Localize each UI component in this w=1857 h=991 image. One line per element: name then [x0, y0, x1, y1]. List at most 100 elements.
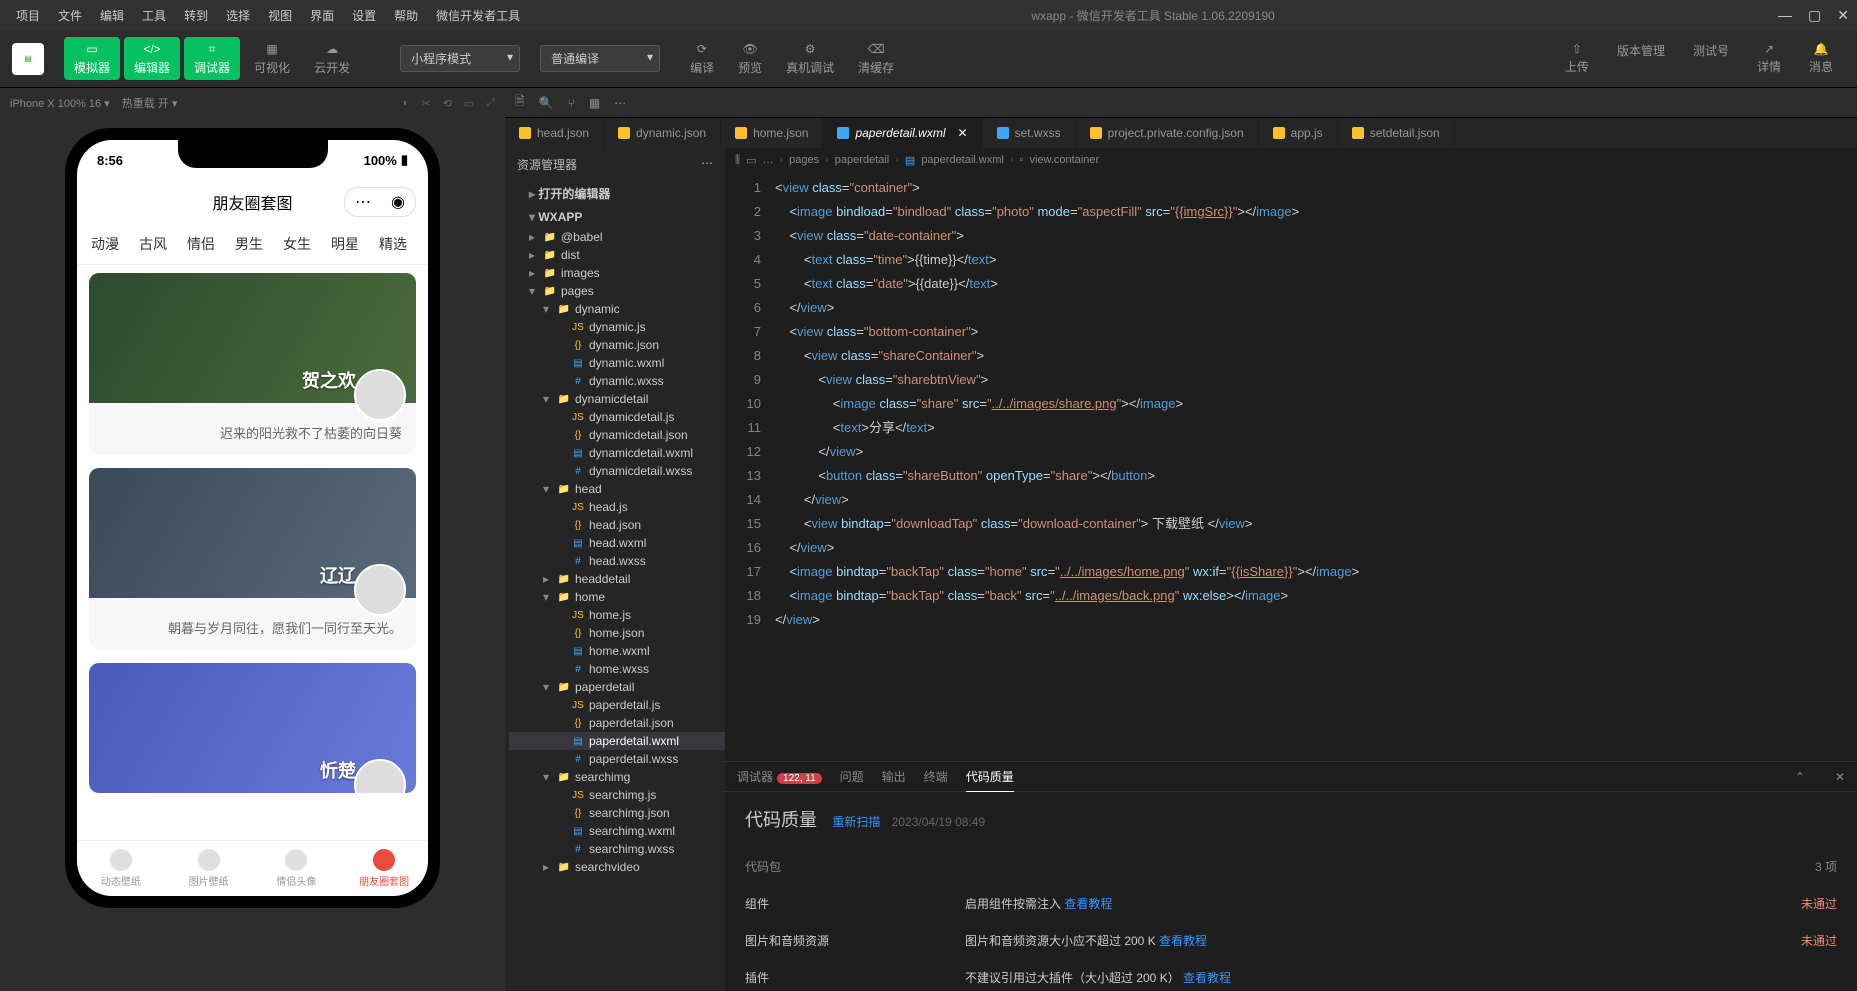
version-button[interactable]: 版本管理: [1605, 38, 1677, 79]
nav-item[interactable]: 情侣头像: [253, 841, 341, 896]
tab-terminal[interactable]: 终端: [924, 768, 948, 785]
tree-node[interactable]: ▸📁dist: [509, 246, 725, 264]
mode-select[interactable]: 小程序模式: [400, 45, 520, 72]
tree-node[interactable]: ▾📁pages: [509, 282, 725, 300]
tree-node[interactable]: ▤dynamic.wxml: [509, 354, 725, 372]
feed[interactable]: 贺之欢迟来的阳光救不了枯萎的向日葵辽辽朝暮与岁月同往，愿我们一同行至天光。忻楚: [77, 265, 428, 840]
tree-node[interactable]: #paperdetail.wxss: [509, 750, 725, 768]
message-button[interactable]: 🔔消息: [1797, 38, 1845, 79]
tree-node[interactable]: ▾📁dynamic: [509, 300, 725, 318]
tree-node[interactable]: {}dynamicdetail.json: [509, 426, 725, 444]
category-tab[interactable]: 情侣: [187, 224, 215, 264]
open-editors-section[interactable]: 打开的编辑器: [505, 181, 725, 206]
editor-tab[interactable]: home.json: [721, 118, 823, 148]
sim-icon[interactable]: ⟲: [443, 97, 452, 110]
menu-icon[interactable]: ⋯: [345, 188, 381, 216]
menu-item[interactable]: 项目: [8, 3, 48, 28]
tree-node[interactable]: ▸📁@babel: [509, 228, 725, 246]
clearcache-button[interactable]: ⌫清缓存: [848, 37, 904, 80]
tree-node[interactable]: ▸📁searchvideo: [509, 858, 725, 876]
hotreload-select[interactable]: 热重载 开 ▾: [122, 95, 178, 111]
compile-select[interactable]: 普通编译: [540, 45, 660, 72]
sim-icon[interactable]: ◐: [403, 97, 410, 109]
close-icon[interactable]: ✕: [1835, 770, 1845, 784]
tree-node[interactable]: #dynamicdetail.wxss: [509, 462, 725, 480]
tree-node[interactable]: JSpaperdetail.js: [509, 696, 725, 714]
category-tab[interactable]: 女生: [283, 224, 311, 264]
tree-node[interactable]: ▾📁dynamicdetail: [509, 390, 725, 408]
menu-item[interactable]: 转到: [176, 3, 216, 28]
tree-node[interactable]: ▾📁head: [509, 480, 725, 498]
sim-icon[interactable]: ✂: [421, 97, 430, 110]
tab-output[interactable]: 输出: [882, 768, 906, 785]
tree-node[interactable]: #head.wxss: [509, 552, 725, 570]
debugger-button[interactable]: ⌗调试器: [184, 37, 240, 80]
feed-card[interactable]: 辽辽朝暮与岁月同往，愿我们一同行至天光。: [89, 468, 416, 649]
tree-node[interactable]: {}paperdetail.json: [509, 714, 725, 732]
tree-node[interactable]: #searchimg.wxss: [509, 840, 725, 858]
cloud-button[interactable]: ☁云开发: [304, 37, 360, 80]
tree-node[interactable]: ▤paperdetail.wxml: [509, 732, 725, 750]
editor-tab[interactable]: setdetail.json: [1338, 118, 1455, 148]
nav-item[interactable]: 朋友圈套图: [340, 841, 428, 896]
nav-item[interactable]: 动态壁纸: [77, 841, 165, 896]
tree-node[interactable]: JSsearchimg.js: [509, 786, 725, 804]
editor-tab[interactable]: head.json: [505, 118, 604, 148]
tree-node[interactable]: JSdynamic.js: [509, 318, 725, 336]
ext-icon[interactable]: ▦: [589, 96, 600, 110]
simulator-button[interactable]: ▭模拟器: [64, 37, 120, 80]
tree-node[interactable]: {}head.json: [509, 516, 725, 534]
tree-node[interactable]: #home.wxss: [509, 660, 725, 678]
tree-node[interactable]: ▤dynamicdetail.wxml: [509, 444, 725, 462]
tree-node[interactable]: #dynamic.wxss: [509, 372, 725, 390]
search-icon[interactable]: 🔍: [539, 96, 554, 110]
nav-item[interactable]: 图片壁纸: [165, 841, 253, 896]
tab-quality[interactable]: 代码质量: [966, 768, 1014, 792]
tree-node[interactable]: {}dynamic.json: [509, 336, 725, 354]
feed-card[interactable]: 贺之欢迟来的阳光救不了枯萎的向日葵: [89, 273, 416, 454]
more-icon[interactable]: ⋯: [701, 156, 713, 173]
upload-button[interactable]: ⇧上传: [1553, 38, 1601, 79]
tree-node[interactable]: JSdynamicdetail.js: [509, 408, 725, 426]
col-icon[interactable]: ⫼: [735, 154, 740, 167]
tree-node[interactable]: {}home.json: [509, 624, 725, 642]
category-tab[interactable]: 明星: [331, 224, 359, 264]
tree-node[interactable]: ▾📁paperdetail: [509, 678, 725, 696]
tab-problems[interactable]: 问题: [840, 768, 864, 785]
menu-item[interactable]: 编辑: [92, 3, 132, 28]
preview-button[interactable]: 👁预览: [728, 37, 772, 80]
sim-icon[interactable]: ▭: [464, 97, 474, 110]
detail-button[interactable]: ↗详情: [1745, 38, 1793, 79]
tree-node[interactable]: JShead.js: [509, 498, 725, 516]
code-editor[interactable]: 12345678910111213141516171819 <view clas…: [725, 172, 1857, 761]
menu-item[interactable]: 微信开发者工具: [428, 3, 528, 28]
editor-tab[interactable]: set.wxss: [983, 118, 1076, 148]
menu-item[interactable]: 视图: [260, 3, 300, 28]
git-icon[interactable]: ⑂: [568, 96, 575, 110]
category-tab[interactable]: 精选: [379, 224, 407, 264]
project-section[interactable]: WXAPP: [505, 206, 725, 228]
editor-tab[interactable]: project.private.config.json: [1076, 118, 1259, 148]
tree-node[interactable]: ▾📁home: [509, 588, 725, 606]
tree-node[interactable]: ▸📁headdetail: [509, 570, 725, 588]
editor-tab[interactable]: app.js: [1259, 118, 1338, 148]
editor-tab[interactable]: paperdetail.wxml✕: [823, 118, 982, 148]
feed-card[interactable]: 忻楚: [89, 663, 416, 793]
minimize-icon[interactable]: —: [1778, 7, 1792, 24]
category-tab[interactable]: 古风: [139, 224, 167, 264]
menu-item[interactable]: 界面: [302, 3, 342, 28]
device-select[interactable]: iPhone X 100% 16 ▾: [10, 97, 110, 110]
target-icon[interactable]: ◉: [381, 188, 415, 216]
menu-item[interactable]: 文件: [50, 3, 90, 28]
rescan-link[interactable]: 重新扫描: [832, 815, 880, 829]
tree-node[interactable]: JShome.js: [509, 606, 725, 624]
tutorial-link[interactable]: 查看教程: [1064, 897, 1112, 911]
category-tab[interactable]: 男生: [235, 224, 263, 264]
menu-item[interactable]: 设置: [344, 3, 384, 28]
compile-button[interactable]: ⟳编译: [680, 37, 724, 80]
editor-tab[interactable]: dynamic.json: [604, 118, 721, 148]
visual-button[interactable]: ▦可视化: [244, 37, 300, 80]
more-icon[interactable]: ⋯: [614, 96, 626, 110]
menu-item[interactable]: 选择: [218, 3, 258, 28]
tree-node[interactable]: ▤head.wxml: [509, 534, 725, 552]
